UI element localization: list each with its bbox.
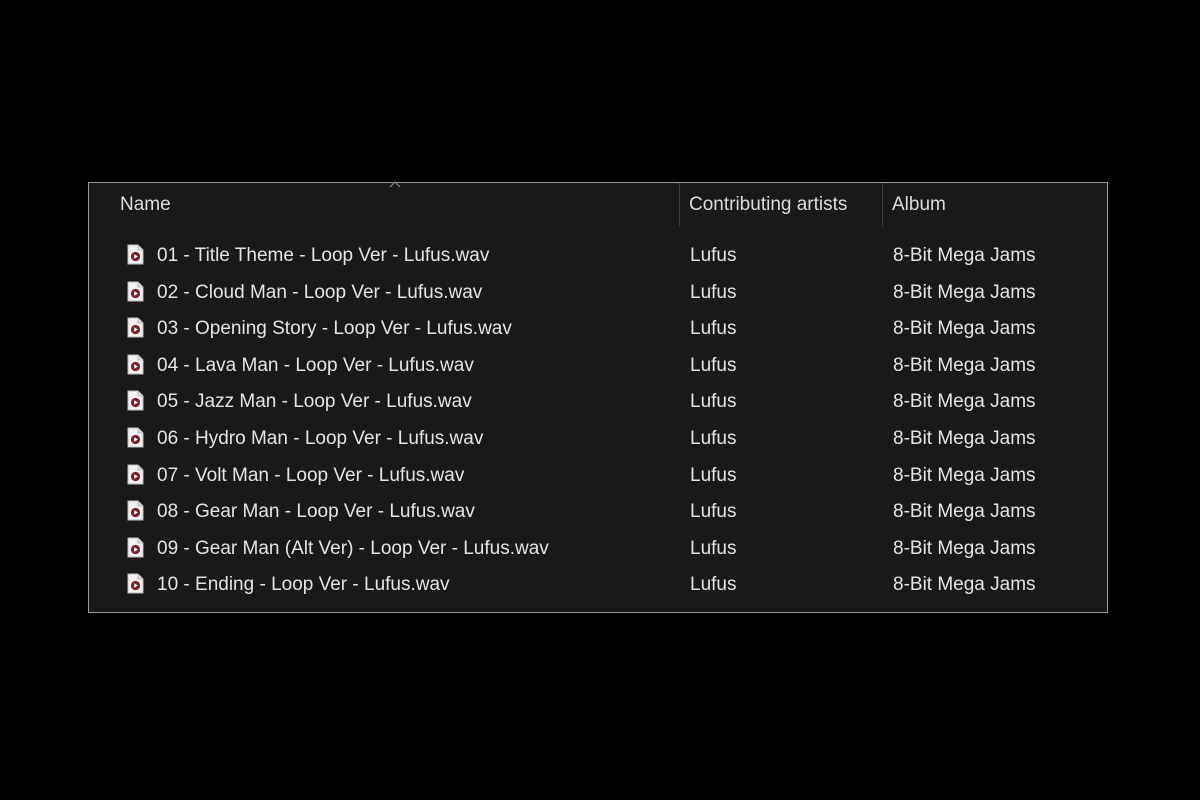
file-row[interactable]: 08 - Gear Man - Loop Ver - Lufus.wav Lufu… — [89, 494, 1107, 531]
audio-file-icon — [127, 390, 144, 411]
column-divider[interactable] — [679, 183, 680, 227]
file-name[interactable]: 05 - Jazz Man - Loop Ver - Lufus.wav — [157, 384, 472, 421]
file-row[interactable]: 03 - Opening Story - Loop Ver - Lufus.wa… — [89, 311, 1107, 348]
file-album: 8-Bit Mega Jams — [893, 501, 1036, 523]
file-row[interactable]: 01 - Title Theme - Loop Ver - Lufus.wav L… — [89, 238, 1107, 275]
audio-file-icon — [127, 464, 144, 485]
file-list: 01 - Title Theme - Loop Ver - Lufus.wav L… — [89, 238, 1107, 604]
file-album: 8-Bit Mega Jams — [893, 281, 1036, 303]
file-row[interactable]: 02 - Cloud Man - Loop Ver - Lufus.wav Luf… — [89, 275, 1107, 312]
file-album: 8-Bit Mega Jams — [893, 537, 1036, 559]
column-header-row: Name Contributing artists Album — [89, 181, 1107, 227]
audio-file-icon — [127, 427, 144, 448]
file-contributing-artist: Lufus — [690, 537, 737, 559]
audio-file-icon — [127, 281, 144, 302]
file-album: 8-Bit Mega Jams — [893, 574, 1036, 596]
file-name[interactable]: 09 - Gear Man (Alt Ver) - Loop Ver - Luf… — [157, 531, 549, 568]
file-name[interactable]: 10 - Ending - Loop Ver - Lufus.wav — [157, 567, 450, 604]
file-album: 8-Bit Mega Jams — [893, 464, 1036, 486]
file-contributing-artist: Lufus — [690, 574, 737, 596]
file-name[interactable]: 07 - Volt Man - Loop Ver - Lufus.wav — [157, 458, 464, 495]
column-header-name[interactable]: Name — [120, 183, 680, 227]
file-list-panel: Name Contributing artists Album 01 - Tit… — [88, 181, 1108, 613]
audio-file-icon — [127, 500, 144, 521]
file-row[interactable]: 10 - Ending - Loop Ver - Lufus.wav Lufus 8… — [89, 567, 1107, 604]
audio-file-icon — [127, 573, 144, 594]
file-album: 8-Bit Mega Jams — [893, 427, 1036, 449]
column-header-album[interactable]: Album — [892, 183, 1102, 227]
file-contributing-artist: Lufus — [690, 318, 737, 340]
file-name[interactable]: 04 - Lava Man - Loop Ver - Lufus.wav — [157, 348, 474, 385]
file-album: 8-Bit Mega Jams — [893, 245, 1036, 266]
audio-file-icon — [127, 317, 144, 338]
file-album: 8-Bit Mega Jams — [893, 354, 1036, 376]
file-row[interactable]: 09 - Gear Man (Alt Ver) - Loop Ver - Luf… — [89, 531, 1107, 568]
file-row[interactable]: 05 - Jazz Man - Loop Ver - Lufus.wav Lufu… — [89, 384, 1107, 421]
file-name[interactable]: 02 - Cloud Man - Loop Ver - Lufus.wav — [157, 275, 482, 312]
file-contributing-artist: Lufus — [690, 427, 737, 449]
file-contributing-artist: Lufus — [690, 464, 737, 486]
column-divider[interactable] — [882, 183, 883, 227]
file-contributing-artist: Lufus — [690, 501, 737, 523]
file-row[interactable]: 07 - Volt Man - Loop Ver - Lufus.wav Lufu… — [89, 458, 1107, 495]
file-contributing-artist: Lufus — [690, 245, 737, 266]
audio-file-icon — [127, 244, 144, 265]
file-name[interactable]: 01 - Title Theme - Loop Ver - Lufus.wav — [157, 238, 489, 275]
file-name[interactable]: 06 - Hydro Man - Loop Ver - Lufus.wav — [157, 421, 483, 458]
audio-file-icon — [127, 354, 144, 375]
file-contributing-artist: Lufus — [690, 391, 737, 413]
file-contributing-artist: Lufus — [690, 354, 737, 376]
audio-file-icon — [127, 537, 144, 558]
file-contributing-artist: Lufus — [690, 281, 737, 303]
file-row[interactable]: 06 - Hydro Man - Loop Ver - Lufus.wav Luf… — [89, 421, 1107, 458]
file-name[interactable]: 08 - Gear Man - Loop Ver - Lufus.wav — [157, 494, 475, 531]
file-name[interactable]: 03 - Opening Story - Loop Ver - Lufus.wa… — [157, 311, 512, 348]
file-album: 8-Bit Mega Jams — [893, 391, 1036, 413]
file-album: 8-Bit Mega Jams — [893, 318, 1036, 340]
file-row[interactable]: 04 - Lava Man - Loop Ver - Lufus.wav Lufu… — [89, 348, 1107, 385]
column-header-contributing-artists[interactable]: Contributing artists — [689, 183, 879, 227]
